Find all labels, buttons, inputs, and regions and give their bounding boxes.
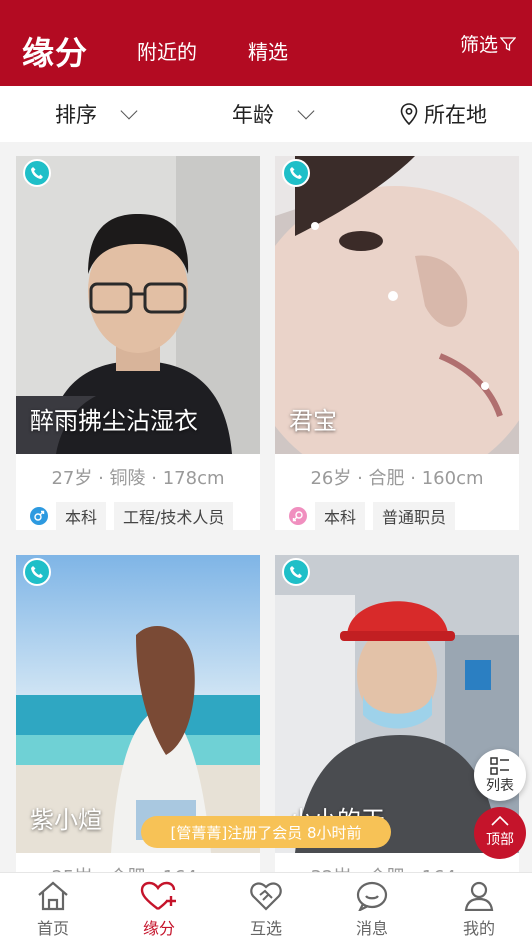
nav-messages[interactable]: 消息	[332, 881, 412, 939]
notification-toast: [管菁菁]注册了会员 8小时前	[141, 816, 391, 848]
nav-match-label: 缘分	[142, 919, 175, 938]
profile-tags: 本科 普通职员	[275, 502, 519, 530]
nav-match[interactable]: 缘分	[119, 881, 199, 939]
tab-featured[interactable]: 精选	[248, 36, 288, 65]
location-label: 所在地	[424, 103, 487, 127]
nav-mutual[interactable]: 互选	[226, 881, 306, 939]
list-icon	[490, 757, 509, 775]
nav-me[interactable]: 我的	[439, 881, 519, 939]
top-header: 缘分 附近的 精选 筛选	[0, 0, 532, 86]
profile-name: 醉雨拂尘沾湿衣	[30, 407, 198, 435]
home-icon	[38, 881, 68, 911]
female-icon	[289, 507, 307, 525]
filter-label: 筛选	[459, 34, 498, 56]
location-pin-icon	[400, 103, 418, 125]
age-dropdown[interactable]: 年龄	[232, 86, 315, 142]
back-to-top-label: 顶部	[486, 832, 514, 848]
phone-icon	[23, 159, 51, 187]
profile-card[interactable]: 醉雨拂尘沾湿衣 27岁 · 铜陵 · 178cm 本科 工程/技术人员	[16, 156, 260, 530]
page-title: 缘分	[22, 34, 89, 72]
filter-bar: 排序 年龄 所在地	[0, 86, 532, 142]
tag-education: 本科	[56, 502, 107, 530]
heart-plus-icon	[140, 881, 176, 910]
tag-occupation: 普通职员	[373, 502, 456, 530]
phone-icon	[282, 558, 310, 586]
user-icon	[464, 881, 494, 911]
app-root: 缘分 附近的 精选 筛选 排序 年龄 所在地 醉雨拂尘沾湿衣 27岁 · 铜陵 …	[0, 0, 532, 945]
chevron-up-icon	[491, 816, 509, 826]
profile-name: 紫小煊	[30, 806, 102, 834]
location-filter[interactable]: 所在地	[400, 86, 487, 142]
profile-name: 君宝	[289, 407, 337, 435]
phone-icon	[282, 159, 310, 187]
bottom-nav: 首页 缘分 互选 消息 我的	[0, 872, 532, 945]
sort-dropdown[interactable]: 排序	[55, 86, 138, 142]
nav-messages-label: 消息	[355, 919, 388, 938]
sort-label: 排序	[55, 103, 97, 127]
profile-photo[interactable]: 醉雨拂尘沾湿衣	[16, 156, 260, 454]
tab-nearby[interactable]: 附近的	[137, 36, 197, 65]
filter-button[interactable]: 筛选	[460, 30, 516, 57]
phone-icon	[23, 558, 51, 586]
profile-tags: 本科 工程/技术人员	[16, 502, 260, 530]
funnel-icon	[500, 36, 516, 51]
chevron-down-icon	[297, 102, 315, 120]
handshake-icon	[250, 882, 282, 911]
profile-info: 27岁 · 铜陵 · 178cm	[51, 468, 225, 489]
list-view-label: 列表	[486, 778, 514, 794]
nav-me-label: 我的	[462, 919, 495, 938]
age-label: 年龄	[232, 103, 274, 127]
tag-occupation: 工程/技术人员	[114, 502, 234, 530]
list-view-button[interactable]: 列表	[474, 749, 526, 801]
chat-icon	[356, 881, 388, 911]
profile-card[interactable]: 君宝 26岁 · 合肥 · 160cm 本科 普通职员	[275, 156, 519, 530]
nav-home-label: 首页	[36, 919, 69, 938]
profile-info: 26岁 · 合肥 · 160cm	[310, 468, 484, 489]
nav-mutual-label: 互选	[249, 919, 282, 938]
chevron-down-icon	[120, 102, 138, 120]
profile-photo[interactable]: 小小的天	[275, 555, 519, 853]
male-icon	[30, 507, 48, 525]
nav-home[interactable]: 首页	[13, 881, 93, 939]
tag-education: 本科	[315, 502, 366, 530]
profile-photo[interactable]: 紫小煊	[16, 555, 260, 853]
back-to-top-button[interactable]: 顶部	[474, 807, 526, 859]
profile-photo[interactable]: 君宝	[275, 156, 519, 454]
